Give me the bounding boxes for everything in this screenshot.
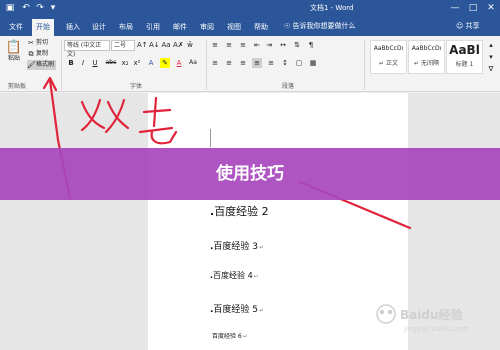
annotation-scribble-1	[80, 98, 130, 134]
svg-text:jingyan.baidu.com: jingyan.baidu.com	[403, 325, 469, 333]
title-banner: 使用技巧	[0, 148, 500, 200]
baidu-watermark-logo: Baidu经验 jingyan.baidu.com	[376, 304, 469, 333]
banner-title: 使用技巧	[216, 164, 284, 184]
baidu-jingyan-watermark: Baidu经验 jingyan.baidu.com	[374, 298, 494, 338]
svg-text:Baidu经验: Baidu经验	[400, 307, 463, 322]
annotation-scribble-2	[138, 96, 178, 145]
